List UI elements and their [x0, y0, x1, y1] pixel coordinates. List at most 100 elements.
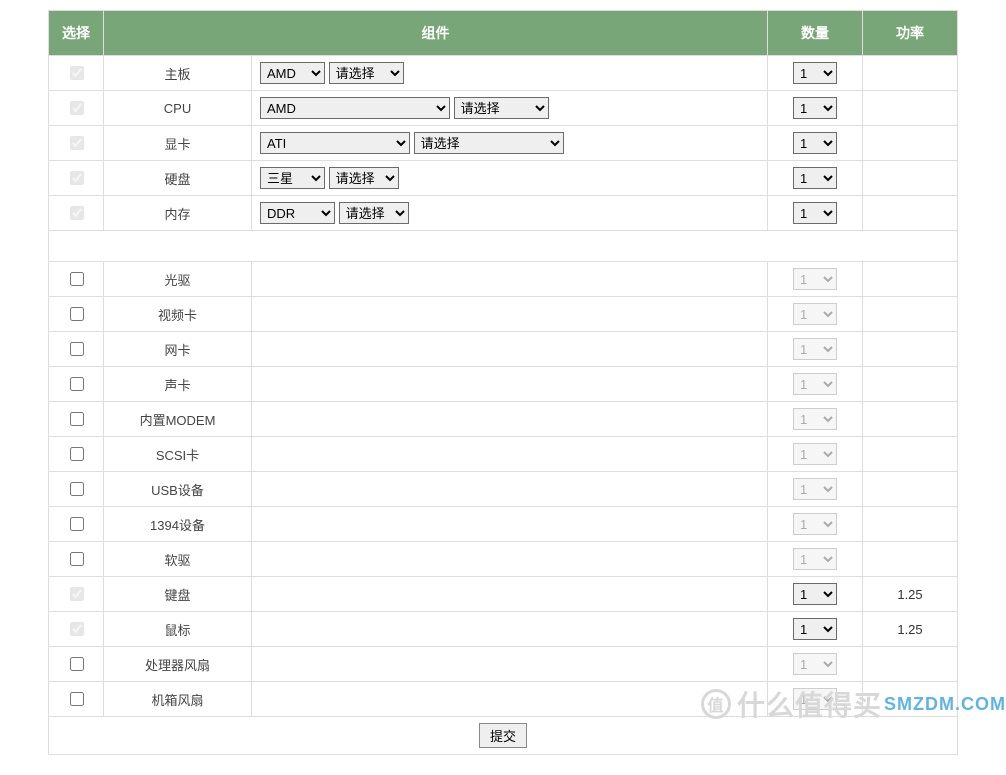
- section-spacer: [49, 231, 958, 262]
- component-cell-mb: AMD 请选择: [252, 56, 768, 91]
- qty-select-odd: 1: [793, 268, 837, 290]
- select-checkbox-casefan[interactable]: [70, 692, 84, 706]
- select-checkbox-snd[interactable]: [70, 377, 84, 391]
- power-casefan: [863, 682, 958, 717]
- header-power: 功率: [863, 11, 958, 56]
- component-cell-nic: [252, 332, 768, 367]
- power-scsi: [863, 437, 958, 472]
- label-odd: 光驱: [104, 262, 252, 297]
- power-cpu: [863, 91, 958, 126]
- row-vcap: 视频卡1: [49, 297, 958, 332]
- qty-select-casefan: 1: [793, 688, 837, 710]
- label-hdd: 硬盘: [104, 161, 252, 196]
- row-usb: USB设备1: [49, 472, 958, 507]
- row-snd: 声卡1: [49, 367, 958, 402]
- row-odd: 光驱 1: [49, 262, 958, 297]
- select-checkbox-cpufan[interactable]: [70, 657, 84, 671]
- qty-select-usb: 1: [793, 478, 837, 500]
- select-checkbox-scsi[interactable]: [70, 447, 84, 461]
- power-vcap: [863, 297, 958, 332]
- select-checkbox-ram: [70, 206, 84, 220]
- select-checkbox-modem[interactable]: [70, 412, 84, 426]
- qty-select-modem: 1: [793, 408, 837, 430]
- brand-select-gpu[interactable]: ATI: [260, 132, 410, 154]
- power-hdd: [863, 161, 958, 196]
- component-cell-hdd: 三星 请选择: [252, 161, 768, 196]
- component-cell-vcap: [252, 297, 768, 332]
- label-kb: 键盘: [104, 577, 252, 612]
- row-1394: 1394设备1: [49, 507, 958, 542]
- submit-button[interactable]: 提交: [479, 723, 527, 748]
- model-select-cpu[interactable]: 请选择: [454, 97, 549, 119]
- brand-select-mb[interactable]: AMD: [260, 62, 325, 84]
- select-checkbox-mb: [70, 66, 84, 80]
- power-usb: [863, 472, 958, 507]
- qty-select-cpu[interactable]: 1: [793, 97, 837, 119]
- power-kb: 1.25: [863, 577, 958, 612]
- row-casefan: 机箱风扇 1: [49, 682, 958, 717]
- power-cpufan: [863, 647, 958, 682]
- component-cell-ram: DDR 请选择: [252, 196, 768, 231]
- qty-select-mb[interactable]: 1: [793, 62, 837, 84]
- power-mouse: 1.25: [863, 612, 958, 647]
- label-snd: 声卡: [104, 367, 252, 402]
- row-gpu: 显卡ATI 请选择1: [49, 126, 958, 161]
- model-select-ram[interactable]: 请选择: [339, 202, 409, 224]
- select-checkbox-hdd: [70, 171, 84, 185]
- label-modem: 内置MODEM: [104, 402, 252, 437]
- header-select: 选择: [49, 11, 104, 56]
- power-odd: [863, 262, 958, 297]
- qty-select-ram[interactable]: 1: [793, 202, 837, 224]
- row-cpufan: 处理器风扇 1: [49, 647, 958, 682]
- select-checkbox-mouse: [70, 622, 84, 636]
- power-fdd: [863, 542, 958, 577]
- select-checkbox-vcap[interactable]: [70, 307, 84, 321]
- power-1394: [863, 507, 958, 542]
- component-cell-usb: [252, 472, 768, 507]
- model-select-hdd[interactable]: 请选择: [329, 167, 399, 189]
- label-nic: 网卡: [104, 332, 252, 367]
- brand-select-hdd[interactable]: 三星: [260, 167, 325, 189]
- component-cell-mouse: [252, 612, 768, 647]
- brand-select-ram[interactable]: DDR: [260, 202, 335, 224]
- component-cell-modem: [252, 402, 768, 437]
- select-checkbox-1394[interactable]: [70, 517, 84, 531]
- qty-select-hdd[interactable]: 1: [793, 167, 837, 189]
- component-cell-odd: [252, 262, 768, 297]
- qty-select-gpu[interactable]: 1: [793, 132, 837, 154]
- component-cell-scsi: [252, 437, 768, 472]
- component-cell-1394: [252, 507, 768, 542]
- select-checkbox-fdd[interactable]: [70, 552, 84, 566]
- model-select-mb[interactable]: 请选择: [329, 62, 404, 84]
- label-mouse: 鼠标: [104, 612, 252, 647]
- component-cell-cpufan: [252, 647, 768, 682]
- label-gpu: 显卡: [104, 126, 252, 161]
- component-cell-fdd: [252, 542, 768, 577]
- select-checkbox-cpu: [70, 101, 84, 115]
- row-scsi: SCSI卡 1: [49, 437, 958, 472]
- row-cpu: CPUAMD 请选择1: [49, 91, 958, 126]
- qty-select-cpufan: 1: [793, 653, 837, 675]
- brand-select-cpu[interactable]: AMD: [260, 97, 450, 119]
- select-checkbox-usb[interactable]: [70, 482, 84, 496]
- row-mb: 主板AMD 请选择1: [49, 56, 958, 91]
- component-cell-gpu: ATI 请选择: [252, 126, 768, 161]
- label-1394: 1394设备: [104, 507, 252, 542]
- power-gpu: [863, 126, 958, 161]
- label-casefan: 机箱风扇: [104, 682, 252, 717]
- qty-select-kb[interactable]: 1: [793, 583, 837, 605]
- component-cell-snd: [252, 367, 768, 402]
- label-scsi: SCSI卡: [104, 437, 252, 472]
- qty-select-mouse[interactable]: 1: [793, 618, 837, 640]
- select-checkbox-gpu: [70, 136, 84, 150]
- row-mouse: 鼠标 1 1.25: [49, 612, 958, 647]
- model-select-gpu[interactable]: 请选择: [414, 132, 564, 154]
- label-ram: 内存: [104, 196, 252, 231]
- select-checkbox-nic[interactable]: [70, 342, 84, 356]
- label-cpufan: 处理器风扇: [104, 647, 252, 682]
- row-fdd: 软驱1: [49, 542, 958, 577]
- component-cell-kb: [252, 577, 768, 612]
- select-checkbox-odd[interactable]: [70, 272, 84, 286]
- qty-select-scsi: 1: [793, 443, 837, 465]
- row-kb: 键盘 1 1.25: [49, 577, 958, 612]
